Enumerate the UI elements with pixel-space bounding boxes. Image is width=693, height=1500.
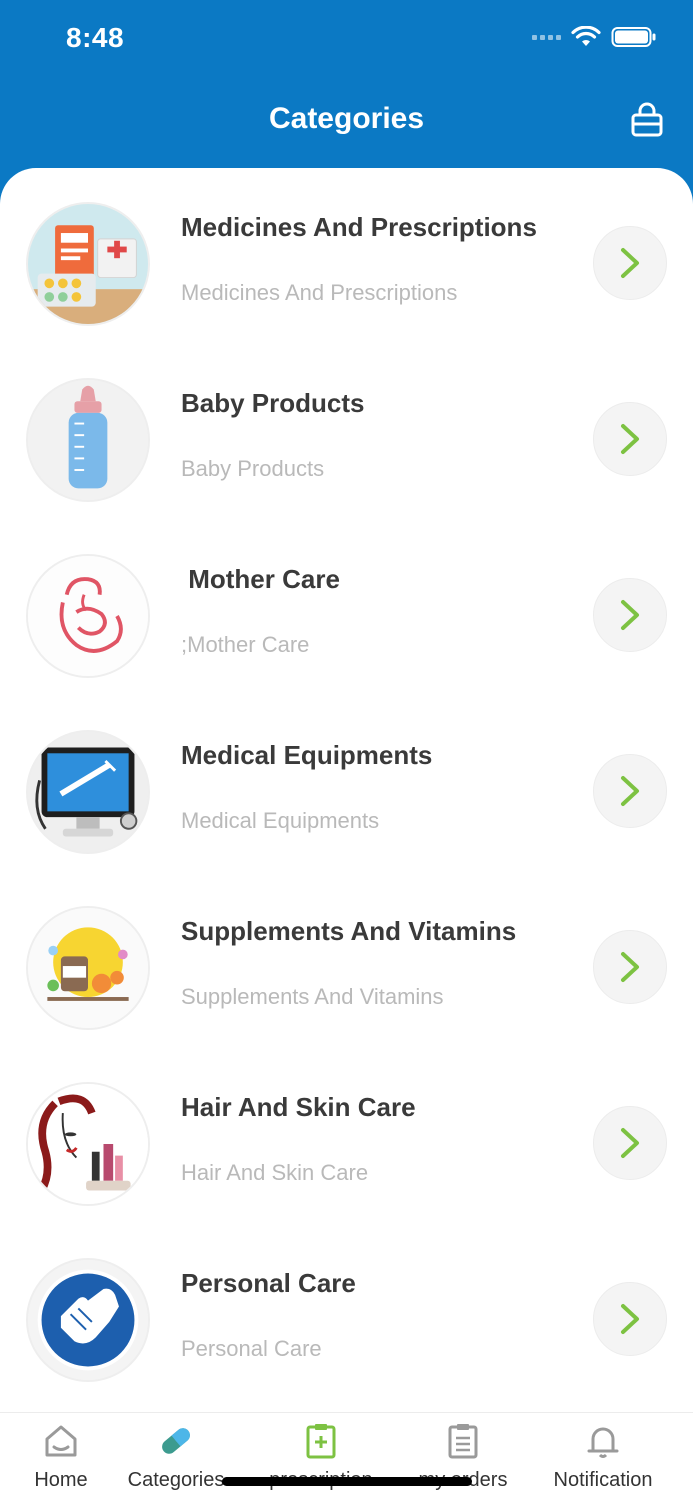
tab-label: Notification [553, 1469, 653, 1491]
chevron-right-icon [621, 776, 639, 806]
chevron-right-icon [621, 600, 639, 630]
hand-wash-icon [26, 1258, 150, 1382]
chevron-right-icon [621, 1128, 639, 1158]
category-title: Mother Care [181, 564, 340, 594]
category-title: Hair And Skin Care [181, 1092, 416, 1122]
home-indicator [222, 1477, 472, 1486]
chevron-right-icon [621, 424, 639, 454]
category-subtitle: ;Mother Care [181, 632, 310, 657]
category-open-button[interactable] [593, 402, 667, 476]
chevron-right-icon [621, 248, 639, 278]
category-title: Medical Equipments [181, 740, 433, 770]
category-list: Medicines And Prescriptions Medicines An… [0, 168, 693, 1500]
tab-my-orders[interactable]: my orders [393, 1421, 533, 1500]
category-row-supplements[interactable]: Supplements And Vitamins Supplements And… [0, 872, 693, 1030]
chevron-right-icon [621, 952, 639, 982]
app-header: Categories [0, 80, 693, 170]
category-open-button[interactable] [593, 930, 667, 1004]
category-open-button[interactable] [593, 754, 667, 828]
category-title: Baby Products [181, 388, 365, 418]
category-row-personal-care[interactable]: Personal Care Personal Care [0, 1224, 693, 1382]
category-subtitle: Supplements And Vitamins [181, 984, 444, 1009]
shopping-bag-icon [631, 102, 663, 137]
category-subtitle: Medical Equipments [181, 808, 380, 833]
prescription-icon [306, 1424, 336, 1459]
category-subtitle: Medicines And Prescriptions [181, 280, 458, 305]
vitamins-icon [26, 906, 150, 1030]
tab-prescription[interactable]: prescription [251, 1421, 391, 1500]
status-time: 8:48 [66, 22, 125, 53]
home-icon [45, 1425, 77, 1457]
category-subtitle: Baby Products [181, 456, 325, 481]
category-open-button[interactable] [593, 226, 667, 300]
category-row-baby-products[interactable]: Baby Products Baby Products [0, 344, 693, 502]
category-row-mother-care[interactable]: Mother Care ;Mother Care [0, 520, 693, 678]
baby-bottle-icon [26, 378, 150, 502]
cosmetics-icon [26, 1082, 150, 1206]
wifi-icon [571, 26, 601, 46]
category-open-button[interactable] [593, 1282, 667, 1356]
bottom-tab-bar: Home Categories prescription my orders [0, 1412, 693, 1500]
category-title: Supplements And Vitamins [181, 916, 517, 946]
status-bar: 8:48 [0, 0, 693, 80]
battery-icon [611, 27, 656, 47]
category-subtitle: Hair And Skin Care [181, 1160, 369, 1185]
category-open-button[interactable] [593, 578, 667, 652]
category-row-hair-skin-care[interactable]: Hair And Skin Care Hair And Skin Care [0, 1048, 693, 1206]
signal-icon [532, 34, 561, 40]
category-subtitle: Personal Care [181, 1336, 322, 1361]
category-row-medical-equipments[interactable]: Medical Equipments Medical Equipments [0, 696, 693, 854]
orders-icon [448, 1424, 478, 1459]
mother-baby-icon [26, 554, 150, 678]
category-title: Personal Care [181, 1268, 356, 1298]
bell-icon [587, 1427, 619, 1458]
tab-notification[interactable]: Notification [533, 1421, 673, 1500]
chevron-right-icon [621, 1304, 639, 1334]
page-title: Categories [268, 102, 425, 135]
category-title: Medicines And Prescriptions [181, 212, 537, 242]
category-open-button[interactable] [593, 1106, 667, 1180]
medical-monitor-icon [26, 730, 150, 854]
pill-icon [162, 1428, 190, 1454]
tab-categories[interactable]: Categories [106, 1421, 246, 1500]
cart-button[interactable] [627, 100, 667, 140]
medicine-icon [26, 202, 150, 326]
category-row-medicines[interactable]: Medicines And Prescriptions Medicines An… [0, 168, 693, 326]
status-icons [532, 26, 657, 48]
